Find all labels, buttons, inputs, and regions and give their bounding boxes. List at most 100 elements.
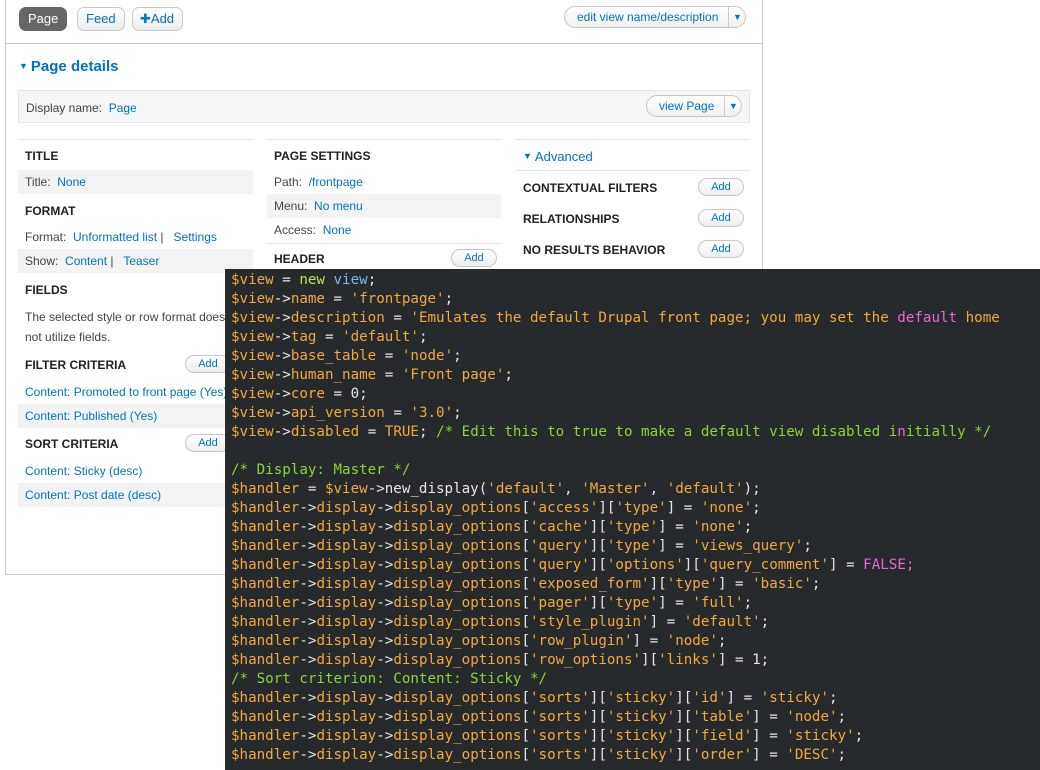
tab-page[interactable]: Page	[19, 7, 68, 31]
path-value-link[interactable]: /frontpage	[309, 175, 363, 189]
code-token: display_options	[393, 595, 522, 611]
code-token: ][	[641, 652, 659, 668]
display-tabs: Page Feed ✚Add edit view name/descriptio…	[6, 0, 762, 44]
display-name-link[interactable]: Page	[109, 101, 137, 115]
page-details-title[interactable]: ▼ Page details	[19, 58, 118, 75]
code-token: ->	[273, 291, 291, 307]
code-line: $handler->display->display_options['row_…	[231, 632, 726, 651]
show-value-link[interactable]: Content	[65, 254, 107, 268]
sort-item[interactable]: Content: Post date (desc)	[18, 483, 253, 507]
code-token: ] =	[658, 519, 693, 535]
code-token: 'Emulates the default Drupal front page;…	[410, 310, 898, 326]
code-token: ->	[299, 519, 317, 535]
filter-item-link[interactable]: Content: Published (Yes)	[25, 409, 157, 423]
access-value-link[interactable]: None	[323, 223, 352, 237]
format-settings-link[interactable]: Settings	[174, 230, 217, 244]
code-token: display_options	[393, 557, 522, 573]
code-token: display_options	[393, 633, 522, 649]
code-token: ->	[273, 386, 291, 402]
code-token: ][	[589, 595, 607, 611]
show-row: Show: Content | Teaser	[18, 249, 253, 273]
filter-item[interactable]: Content: Promoted to front page (Yes)	[18, 380, 227, 404]
code-token: ->	[299, 728, 317, 744]
code-token: ;	[453, 348, 462, 364]
code-token: 'query'	[530, 538, 590, 554]
menu-value-link[interactable]: No menu	[314, 199, 363, 213]
column-advanced: ▼ Advanced CONTEXTUAL FILTERS Add RELATIO…	[516, 139, 750, 269]
code-token: $handler	[231, 728, 300, 744]
code-token: ] =	[726, 690, 761, 706]
advanced-toggle[interactable]: ▼ Advanced	[523, 149, 593, 164]
code-token: core	[290, 386, 325, 402]
add-header-button[interactable]: Add	[451, 249, 497, 267]
display-name-label: Display name:	[26, 101, 103, 115]
code-token: $view	[324, 481, 368, 497]
format-value-link[interactable]: Unformatted list	[73, 230, 157, 244]
code-token: =	[273, 272, 300, 288]
title-value-link[interactable]: None	[57, 175, 86, 189]
format-row: Format: Unformatted list | Settings	[18, 225, 217, 249]
code-token: 'type'	[615, 500, 667, 516]
add-no-results-button[interactable]: Add	[698, 240, 744, 258]
title-header: TITLE	[25, 149, 59, 163]
code-line: $handler->display->display_options['sort…	[231, 727, 863, 746]
display-name-bar: Display name: Page view Page ▼	[18, 90, 750, 123]
code-token: ->	[376, 538, 394, 554]
code-token: $handler	[231, 500, 300, 516]
code-editor[interactable]: $view = new view; $view->name = 'frontpag…	[225, 269, 1040, 770]
tab-feed[interactable]: Feed	[77, 7, 125, 31]
code-token: 'query_comment'	[700, 557, 829, 573]
code-token: [	[521, 538, 530, 554]
code-token: display_options	[393, 519, 522, 535]
code-token: display	[316, 500, 377, 516]
code-token: ,	[564, 481, 582, 497]
chevron-down-icon[interactable]: ▼	[729, 7, 745, 27]
code-token: description	[290, 310, 385, 326]
code-token: 'node'	[401, 348, 454, 364]
title-row: Title: None	[18, 170, 253, 194]
code-line: /* Display: Master */	[231, 461, 410, 480]
edit-view-button[interactable]: edit view name/description ▼	[564, 6, 747, 28]
code-token: [	[521, 690, 530, 706]
code-token: =	[324, 291, 351, 307]
path-label: Path:	[274, 175, 303, 189]
sort-item-link[interactable]: Content: Post date (desc)	[25, 488, 161, 502]
code-token: ->	[273, 424, 291, 440]
code-token: 'cache'	[530, 519, 590, 535]
code-token: api_version	[290, 405, 385, 421]
chevron-down-icon[interactable]: ▼	[725, 96, 741, 116]
access-row: Access: None	[267, 218, 351, 242]
filter-item[interactable]: Content: Published (Yes)	[18, 404, 253, 428]
code-token: 'sticky'	[606, 728, 676, 744]
sort-criteria-header: SORT CRITERIA	[25, 437, 119, 451]
add-display-button[interactable]: ✚Add	[132, 7, 184, 31]
code-token: display_options	[393, 728, 522, 744]
code-line: $handler = $view->new_display('default',…	[231, 480, 761, 499]
code-token: $view	[231, 291, 274, 307]
format-label: Format:	[25, 230, 67, 244]
add-display-label: Add	[150, 11, 175, 26]
code-token: 'type'	[606, 595, 659, 611]
code-token: itially */	[905, 424, 992, 440]
view-page-button[interactable]: view Page ▼	[646, 95, 743, 117]
code-token: 'options'	[606, 557, 684, 573]
code-token: base_table	[290, 348, 377, 364]
sort-item-link[interactable]: Content: Sticky (desc)	[25, 464, 142, 478]
code-token: new	[299, 272, 325, 288]
code-line: $handler->display->display_options['sort…	[231, 746, 846, 765]
filter-item-link[interactable]: Content: Promoted to front page (Yes)	[25, 385, 227, 399]
code-token: home	[957, 310, 1000, 326]
code-token: ->	[299, 538, 317, 554]
add-contextual-filter-button[interactable]: Add	[698, 178, 744, 196]
show-separator: |	[110, 254, 114, 268]
code-token: $view	[231, 272, 274, 288]
view-page-label: view Page	[647, 96, 726, 116]
code-token: ;	[444, 291, 454, 307]
code-token: ][	[589, 709, 607, 725]
sort-item[interactable]: Content: Sticky (desc)	[18, 459, 142, 483]
code-token: 'id'	[692, 690, 727, 706]
code-token: 'Front page'	[401, 367, 505, 383]
add-relationship-button[interactable]: Add	[698, 209, 744, 227]
code-token: ->	[376, 500, 394, 516]
show-teaser-link[interactable]: Teaser	[123, 254, 159, 268]
